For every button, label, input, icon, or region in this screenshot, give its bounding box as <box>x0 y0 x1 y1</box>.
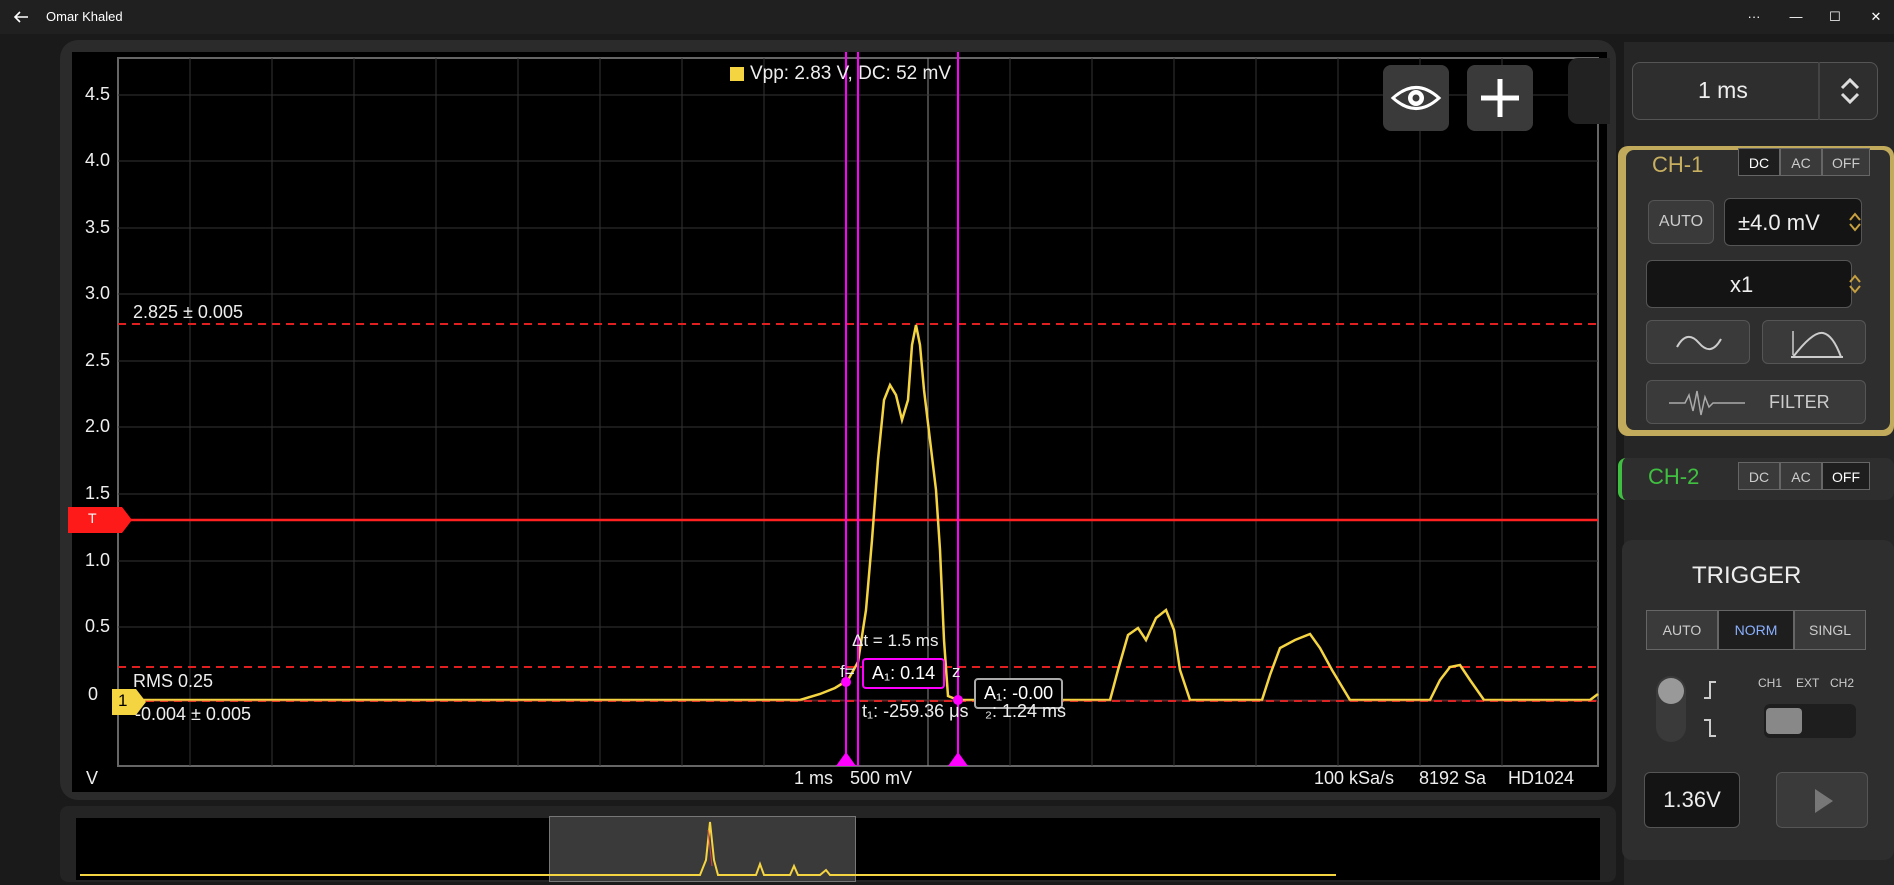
samples-label: 8192 Sa <box>1419 768 1487 788</box>
y-tick-label: 0.5 <box>84 616 110 636</box>
toggle-knob <box>1658 678 1684 704</box>
ch2-ac-button[interactable]: AC <box>1780 462 1822 490</box>
trigger-level-value[interactable]: 1.36V <box>1644 772 1740 828</box>
y-tick-label: 4.5 <box>84 84 110 104</box>
trigger-marker <box>68 507 132 533</box>
ch1-dc-button[interactable]: DC <box>1738 148 1780 176</box>
upper-level-label: 2.825 ± 0.005 <box>133 302 243 322</box>
t2-label: ₂: 1.24 ms <box>985 701 1067 721</box>
noise-icon <box>1669 390 1745 416</box>
plus-icon[interactable] <box>1467 65 1533 131</box>
y-tick-label: 1.0 <box>84 550 110 570</box>
ch1-auto-button[interactable]: AUTO <box>1648 200 1714 244</box>
divider <box>1818 62 1820 120</box>
trigger-edge-toggle[interactable] <box>1656 676 1686 742</box>
trigger-single-button[interactable]: SINGL <box>1794 610 1866 650</box>
t1-label: t₁: -259.36 μs <box>862 701 969 721</box>
y-tick-label: 1.5 <box>84 483 110 503</box>
source-ext-label: EXT <box>1796 676 1820 690</box>
spectrum-icon <box>1791 331 1843 358</box>
ch2-off-button[interactable]: OFF <box>1822 462 1870 490</box>
sine-wave-icon <box>1676 336 1722 350</box>
rms-label: RMS 0.25 <box>133 671 214 691</box>
trigger-norm-button[interactable]: NORM <box>1718 610 1794 650</box>
ch1-off-button[interactable]: OFF <box>1822 148 1870 176</box>
play-icon <box>1815 789 1833 813</box>
y-tick-label: 3.0 <box>84 283 110 303</box>
frequency-label: f= <box>840 662 855 681</box>
ch1-filter-label: FILTER <box>1769 392 1830 412</box>
channel-marker-label[interactable]: 1 <box>118 691 127 711</box>
y-tick-label: 0 <box>87 684 98 704</box>
timebase-value: 1 ms <box>1698 77 1748 103</box>
legend-swatch <box>730 67 744 81</box>
ch1-probe-stepper-icon[interactable] <box>1848 272 1862 296</box>
y-unit-label: V <box>85 768 98 788</box>
source-ch2-label: CH2 <box>1830 676 1855 690</box>
ch1-probe-value: x1 <box>1730 272 1754 297</box>
ch1-label: CH-1 <box>1652 152 1704 177</box>
slider-thumb[interactable] <box>1766 708 1802 734</box>
mode-label: HD1024 <box>1508 768 1575 788</box>
side-panel-toggle[interactable] <box>1568 58 1610 124</box>
run-button[interactable] <box>1776 772 1868 828</box>
y-tick-label: 2.0 <box>84 416 110 436</box>
source-ch1-label: CH1 <box>1758 676 1783 690</box>
trigger-source-slider[interactable] <box>1764 704 1856 738</box>
ch2-dc-button[interactable]: DC <box>1738 462 1780 490</box>
lower-level-label: -0.004 ± 0.005 <box>135 704 251 724</box>
ch1-range-value: ±4.0 mV <box>1738 210 1820 235</box>
voltdiv-label: 500 mV <box>850 768 913 788</box>
overview-window[interactable] <box>549 816 856 882</box>
y-tick-label: 2.5 <box>84 350 110 370</box>
ch1-ac-button[interactable]: AC <box>1780 148 1822 176</box>
cursor-1-readout: A₁: 0.14 <box>862 658 946 689</box>
ch1-range-stepper-icon[interactable] <box>1848 210 1862 234</box>
stepper-icon[interactable] <box>1836 74 1864 108</box>
sample-rate-label: 100 kSa/s <box>1314 768 1395 788</box>
y-tick-label: 3.5 <box>84 217 110 237</box>
rising-falling-edge-icon <box>1704 681 1716 737</box>
timebase-label: 1 ms <box>794 768 834 788</box>
trigger-marker-label[interactable]: T <box>88 510 97 526</box>
legend-label: Vpp: 2.83 V, DC: 52 mV <box>750 63 952 84</box>
frequency-suffix: z <box>952 662 961 681</box>
ch1-fft-button[interactable] <box>1762 320 1866 364</box>
ch1-wave-button[interactable] <box>1646 320 1750 364</box>
trigger-auto-button[interactable]: AUTO <box>1646 610 1718 650</box>
waveform-display[interactable] <box>0 0 1894 885</box>
ch2-label: CH-2 <box>1648 464 1700 489</box>
eye-icon[interactable] <box>1383 65 1449 131</box>
delta-t-label: Δt = 1.5 ms <box>852 631 939 650</box>
ch1-filter-button[interactable]: FILTER <box>1646 380 1866 424</box>
y-tick-label: 4.0 <box>84 150 110 170</box>
trigger-title: TRIGGER <box>1692 562 1802 589</box>
